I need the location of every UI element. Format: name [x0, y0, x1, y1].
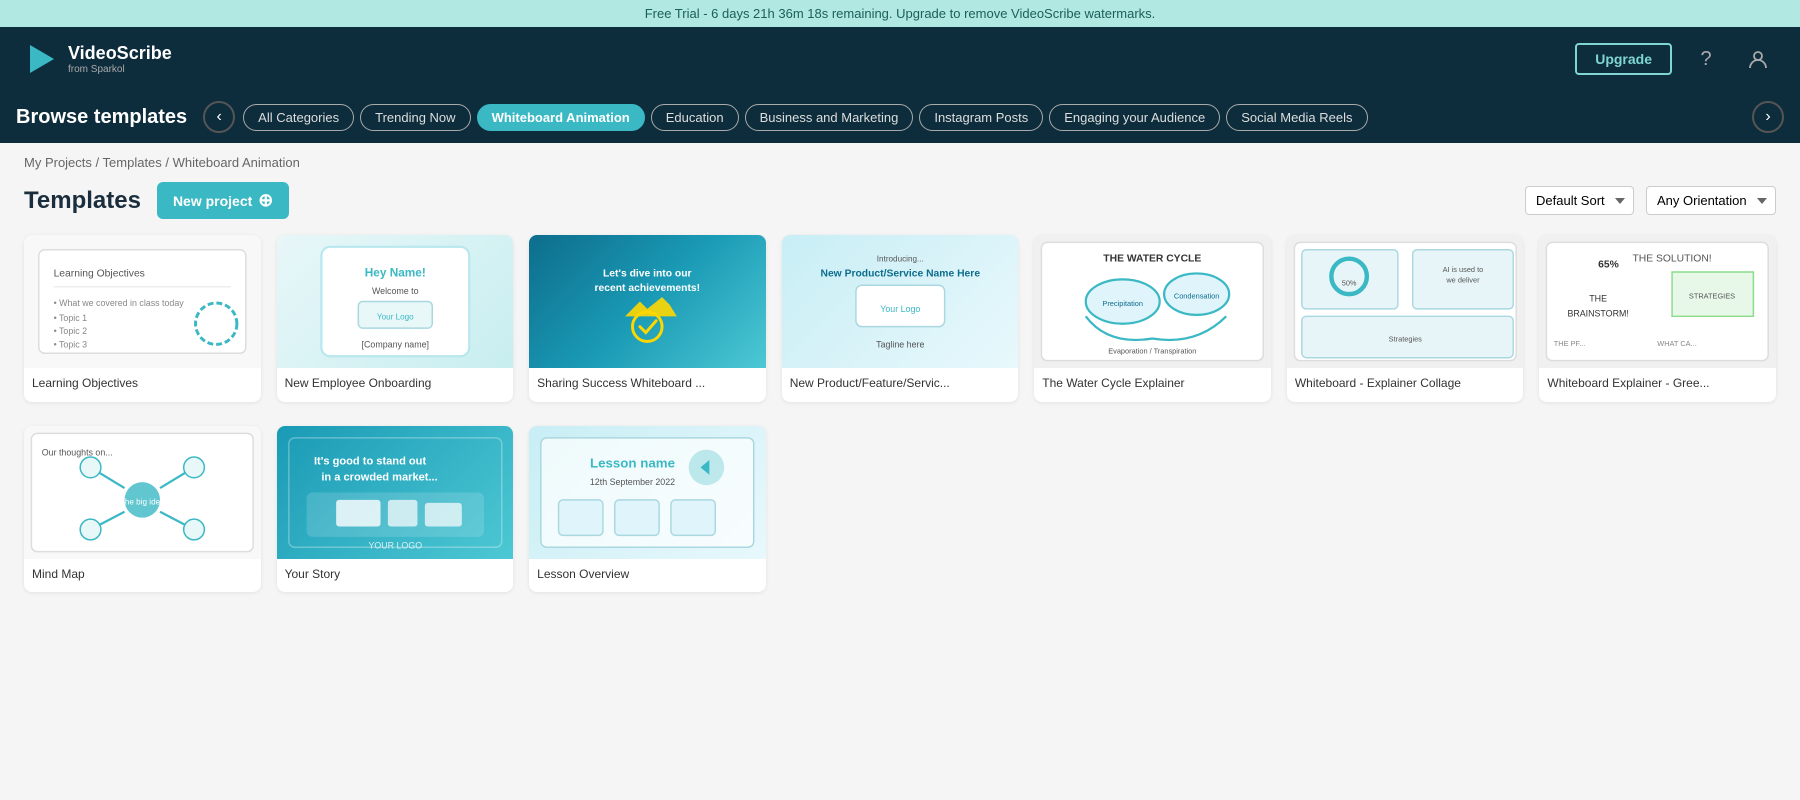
- trial-banner: Free Trial - 6 days 21h 36m 18s remainin…: [0, 0, 1800, 27]
- svg-text:THE WATER CYCLE: THE WATER CYCLE: [1104, 254, 1202, 265]
- nav-actions: Upgrade ?: [1575, 41, 1776, 77]
- banner-text: Free Trial - 6 days 21h 36m 18s remainin…: [645, 6, 1156, 21]
- sort-select[interactable]: Default Sort: [1525, 186, 1634, 215]
- cat-btn-engaging[interactable]: Engaging your Audience: [1049, 104, 1220, 131]
- svg-text:Strategies: Strategies: [1389, 334, 1423, 343]
- svg-text:It's good to stand out: It's good to stand out: [314, 455, 426, 467]
- svg-text:[Company name]: [Company name]: [361, 339, 428, 349]
- logo-icon: [24, 41, 60, 77]
- help-button[interactable]: ?: [1688, 41, 1724, 77]
- templates-header: Templates New project ⊕ Default Sort Any…: [0, 178, 1800, 235]
- template-card-3[interactable]: Let's dive into our recent achievements!…: [529, 235, 766, 402]
- svg-text:Learning Objectives: Learning Objectives: [54, 268, 145, 279]
- svg-text:• What we covered in class tod: • What we covered in class today: [54, 298, 185, 308]
- templates-grid-row2: Our thoughts on... The big idea Mind Map…: [0, 426, 1800, 617]
- account-button[interactable]: [1740, 41, 1776, 77]
- upgrade-button[interactable]: Upgrade: [1575, 43, 1672, 75]
- categories-bar: Browse templates ‹ All CategoriesTrendin…: [0, 91, 1800, 143]
- svg-text:12th September 2022: 12th September 2022: [590, 477, 675, 487]
- svg-text:THE PF...: THE PF...: [1554, 339, 1586, 348]
- svg-text:we deliver: we deliver: [1445, 275, 1480, 284]
- logo-area: VideoScribe from Sparkol: [24, 41, 172, 77]
- svg-text:Your Logo: Your Logo: [880, 304, 920, 314]
- svg-text:Lesson name: Lesson name: [590, 455, 675, 470]
- svg-text:New Product/Service Name Here: New Product/Service Name Here: [820, 268, 980, 279]
- svg-text:65%: 65%: [1599, 260, 1620, 271]
- navbar: VideoScribe from Sparkol Upgrade ?: [0, 27, 1800, 91]
- templates-title: Templates: [24, 187, 141, 215]
- template-card-7[interactable]: 65% THE SOLUTION! STRATEGIES THE BRAINST…: [1539, 235, 1776, 402]
- template-label-5: The Water Cycle Explainer: [1034, 368, 1271, 402]
- svg-text:THE SOLUTION!: THE SOLUTION!: [1633, 254, 1712, 265]
- breadcrumb: My Projects / Templates / Whiteboard Ani…: [0, 143, 1800, 178]
- cat-btn-education[interactable]: Education: [651, 104, 739, 131]
- orientation-select[interactable]: Any Orientation: [1646, 186, 1776, 215]
- svg-text:Evaporation / Transpiration: Evaporation / Transpiration: [1108, 346, 1196, 355]
- cat-btn-all[interactable]: All Categories: [243, 104, 354, 131]
- svg-text:• Topic 3: • Topic 3: [54, 339, 88, 349]
- svg-text:AI is used to: AI is used to: [1442, 265, 1483, 274]
- logo-text: VideoScribe: [68, 43, 172, 63]
- svg-text:YOUR LOGO: YOUR LOGO: [368, 540, 422, 550]
- template-label-2: New Employee Onboarding: [277, 368, 514, 402]
- svg-text:Let's dive into our: Let's dive into our: [603, 268, 692, 279]
- svg-text:Your Logo: Your Logo: [376, 312, 413, 321]
- svg-text:Introducing...: Introducing...: [877, 255, 924, 264]
- template-card-10[interactable]: Lesson name 12th September 2022 Lesson O…: [529, 426, 766, 593]
- cat-next-button[interactable]: ›: [1752, 101, 1784, 133]
- template-label-6: Whiteboard - Explainer Collage: [1287, 368, 1524, 402]
- cat-btn-instagram[interactable]: Instagram Posts: [919, 104, 1043, 131]
- templates-grid-row1: Learning Objectives • What we covered in…: [0, 235, 1800, 426]
- template-label-10: Lesson Overview: [529, 559, 766, 593]
- browse-title: Browse templates: [16, 106, 187, 129]
- template-label-4: New Product/Feature/Servic...: [782, 368, 1019, 402]
- cat-btn-trending[interactable]: Trending Now: [360, 104, 470, 131]
- breadcrumb-templates[interactable]: Templates: [103, 155, 162, 170]
- svg-text:Precipitation: Precipitation: [1103, 299, 1144, 308]
- svg-text:recent achievements!: recent achievements!: [595, 283, 701, 294]
- svg-text:50%: 50%: [1342, 278, 1357, 287]
- svg-text:Tagline here: Tagline here: [876, 339, 924, 349]
- svg-text:THE: THE: [1590, 294, 1608, 304]
- logo-sub: from Sparkol: [68, 64, 172, 75]
- svg-text:Our thoughts on...: Our thoughts on...: [42, 447, 113, 457]
- svg-text:WHAT CA...: WHAT CA...: [1658, 339, 1697, 348]
- svg-text:• Topic 1: • Topic 1: [54, 313, 88, 323]
- template-label-9: Your Story: [277, 559, 514, 593]
- categories-list: All CategoriesTrending Now Whiteboard Ani…: [243, 104, 1744, 131]
- template-label-7: Whiteboard Explainer - Gree...: [1539, 368, 1776, 402]
- template-card-4[interactable]: Introducing... New Product/Service Name …: [782, 235, 1019, 402]
- svg-text:Condensation: Condensation: [1174, 292, 1220, 301]
- svg-text:STRATEGIES: STRATEGIES: [1689, 292, 1735, 301]
- template-label-8: Mind Map: [24, 559, 261, 593]
- template-label-1: Learning Objectives: [24, 368, 261, 402]
- breadcrumb-current: Whiteboard Animation: [173, 155, 300, 170]
- new-project-button[interactable]: New project ⊕: [157, 182, 289, 219]
- svg-text:The big idea: The big idea: [120, 497, 165, 506]
- cat-btn-whiteboard[interactable]: Whiteboard Animation: [477, 104, 645, 131]
- template-card-2[interactable]: Hey Name! Welcome to Your Logo [Company …: [277, 235, 514, 402]
- cat-prev-button[interactable]: ‹: [203, 101, 235, 133]
- svg-text:in a crowded market...: in a crowded market...: [321, 471, 437, 483]
- template-card-6[interactable]: 50% AI is used to we deliver Strategies …: [1287, 235, 1524, 402]
- svg-text:• Topic 2: • Topic 2: [54, 326, 88, 336]
- sort-area: Default Sort Any Orientation: [1525, 186, 1776, 215]
- svg-text:Hey Name!: Hey Name!: [364, 265, 425, 279]
- svg-text:Welcome to: Welcome to: [372, 286, 419, 296]
- template-card-5[interactable]: THE WATER CYCLE Precipitation Condensati…: [1034, 235, 1271, 402]
- svg-text:BRAINSTORM!: BRAINSTORM!: [1568, 308, 1629, 318]
- template-card-9[interactable]: It's good to stand out in a crowded mark…: [277, 426, 514, 593]
- cat-btn-social[interactable]: Social Media Reels: [1226, 104, 1367, 131]
- cat-btn-business[interactable]: Business and Marketing: [745, 104, 914, 131]
- breadcrumb-my-projects[interactable]: My Projects: [24, 155, 92, 170]
- template-card-8[interactable]: Our thoughts on... The big idea Mind Map: [24, 426, 261, 593]
- template-label-3: Sharing Success Whiteboard ...: [529, 368, 766, 402]
- template-card-1[interactable]: Learning Objectives • What we covered in…: [24, 235, 261, 402]
- templates-title-area: Templates New project ⊕: [24, 182, 289, 219]
